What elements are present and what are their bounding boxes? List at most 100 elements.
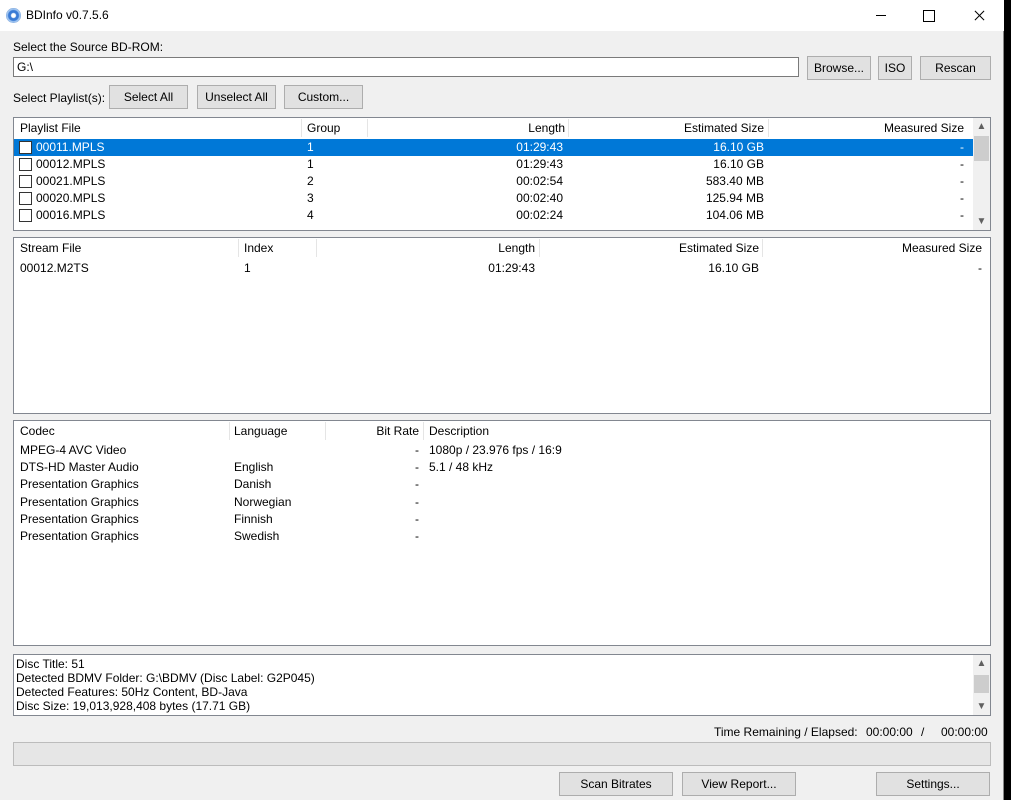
col-header-playlist-file[interactable]: Playlist File xyxy=(20,118,81,138)
col-header-measured-size[interactable]: Measured Size xyxy=(768,118,964,138)
playlist-file: 00012.MPLS xyxy=(36,157,106,171)
iso-button[interactable]: ISO xyxy=(878,56,912,80)
col-header-bit-rate[interactable]: Bit Rate xyxy=(325,421,419,441)
disc-info-line: Detected BDMV Folder: G:\BDMV (Disc Labe… xyxy=(16,671,315,685)
maximize-button[interactable] xyxy=(905,0,951,31)
playlist-estimated-size: 16.10 GB xyxy=(713,140,764,154)
source-path-input[interactable] xyxy=(13,57,799,77)
disc-info-scrollbar[interactable]: ▲ ▼ xyxy=(973,655,990,715)
scan-progress-bar xyxy=(13,742,991,766)
title-bar[interactable]: BDInfo v0.7.5.6 xyxy=(0,0,1004,31)
codec-row[interactable]: MPEG-4 AVC Video -1080p / 23.976 fps / 16… xyxy=(14,442,990,459)
col-header-stream-measured-size[interactable]: Measured Size xyxy=(762,238,982,258)
codec-row[interactable]: Presentation Graphics Norwegian - xyxy=(14,494,990,511)
custom-button[interactable]: Custom... xyxy=(284,85,363,109)
playlist-checkbox[interactable] xyxy=(19,158,32,171)
select-all-button[interactable]: Select All xyxy=(109,85,188,109)
playlist-row[interactable]: 00011.MPLS 1 01:29:43 16.10 GB - xyxy=(14,139,973,156)
codec-bit-rate: - xyxy=(415,477,419,492)
playlist-group: 1 xyxy=(307,140,314,154)
playlist-label: Select Playlist(s): xyxy=(13,91,106,105)
scroll-up-arrow-icon[interactable]: ▲ xyxy=(973,655,990,672)
playlist-row[interactable]: 00012.MPLS 1 01:29:43 16.10 GB - xyxy=(14,156,973,173)
col-header-stream-estimated-size[interactable]: Estimated Size xyxy=(539,238,759,258)
playlist-row[interactable]: 00020.MPLS 3 00:02:40 125.94 MB - xyxy=(14,190,973,207)
playlist-measured-size: - xyxy=(960,191,964,205)
col-header-codec[interactable]: Codec xyxy=(20,421,55,441)
playlist-scrollbar[interactable]: ▲ ▼ xyxy=(973,118,990,230)
playlist-checkbox[interactable] xyxy=(19,141,32,154)
codec-row[interactable]: Presentation Graphics Swedish - xyxy=(14,528,990,545)
playlist-estimated-size: 583.40 MB xyxy=(705,174,764,188)
unselect-all-button[interactable]: Unselect All xyxy=(197,85,276,109)
codec-bit-rate: - xyxy=(415,511,419,526)
codec-bit-rate: - xyxy=(415,460,419,475)
col-header-estimated-size[interactable]: Estimated Size xyxy=(568,118,764,138)
codec-name: MPEG-4 AVC Video xyxy=(20,443,127,457)
stream-row[interactable]: 00012.M2TS 1 01:29:43 16.10 GB - xyxy=(14,260,990,277)
codec-language: Norwegian xyxy=(234,494,292,509)
disc-info-line: Detected Features: 50Hz Content, BD-Java xyxy=(16,685,248,699)
playlist-checkbox[interactable] xyxy=(19,192,32,205)
scroll-down-arrow-icon[interactable]: ▼ xyxy=(973,213,990,230)
minimize-button[interactable] xyxy=(858,0,904,31)
playlist-row[interactable]: 00021.MPLS 2 00:02:54 583.40 MB - xyxy=(14,173,973,190)
view-report-button[interactable]: View Report... xyxy=(682,772,796,796)
playlist-length: 00:02:24 xyxy=(516,208,563,222)
col-header-stream-file[interactable]: Stream File xyxy=(20,238,81,258)
playlist-group: 1 xyxy=(307,157,314,171)
playlist-length: 01:29:43 xyxy=(516,140,563,154)
playlist-list[interactable]: Playlist File Group Length Estimated Siz… xyxy=(13,117,991,231)
bluray-disc-icon xyxy=(6,8,21,23)
playlist-file: 00011.MPLS xyxy=(36,140,105,154)
browse-button[interactable]: Browse... xyxy=(807,56,871,80)
scroll-up-arrow-icon[interactable]: ▲ xyxy=(973,118,990,135)
codec-row[interactable]: DTS-HD Master Audio English -5.1 / 48 kHz xyxy=(14,459,990,476)
settings-button[interactable]: Settings... xyxy=(876,772,990,796)
scroll-thumb[interactable] xyxy=(974,675,989,693)
disc-info-line: Disc Title: 51 xyxy=(16,657,85,671)
source-label: Select the Source BD-ROM: xyxy=(13,40,164,54)
stream-list[interactable]: Stream File Index Length Estimated Size … xyxy=(13,237,991,414)
codec-language: Danish xyxy=(234,477,272,492)
stream-measured-size: - xyxy=(978,261,982,275)
col-header-language[interactable]: Language xyxy=(234,421,287,441)
col-header-description[interactable]: Description xyxy=(429,421,489,441)
col-header-length[interactable]: Length xyxy=(367,118,565,138)
codec-list[interactable]: Codec Language Bit Rate Description MPEG… xyxy=(13,420,991,646)
codec-name: Presentation Graphics xyxy=(20,494,139,509)
codec-description: 1080p / 23.976 fps / 16:9 xyxy=(429,443,562,457)
playlist-length: 00:02:40 xyxy=(516,191,563,205)
playlist-checkbox[interactable] xyxy=(19,175,32,188)
codec-bit-rate: - xyxy=(415,494,419,509)
close-button[interactable] xyxy=(956,0,1002,31)
codec-name: DTS-HD Master Audio xyxy=(20,460,139,475)
time-remaining-value: 00:00:00 xyxy=(866,725,913,739)
col-header-index[interactable]: Index xyxy=(244,238,273,258)
disc-info-box[interactable]: Disc Title: 51 Detected BDMV Folder: G:\B… xyxy=(13,654,991,716)
playlist-estimated-size: 125.94 MB xyxy=(705,191,764,205)
window-title: BDInfo v0.7.5.6 xyxy=(26,8,109,22)
time-separator: / xyxy=(921,725,925,739)
background-desktop xyxy=(1005,0,1011,800)
codec-row[interactable]: Presentation Graphics Danish - xyxy=(14,476,990,493)
stream-index: 1 xyxy=(244,261,251,275)
time-elapsed-value: 00:00:00 xyxy=(941,725,988,739)
stream-length: 01:29:43 xyxy=(488,261,535,275)
playlist-file: 00020.MPLS xyxy=(36,191,106,205)
codec-language: Swedish xyxy=(234,529,280,543)
scroll-thumb[interactable] xyxy=(974,136,989,161)
codec-row[interactable]: Presentation Graphics Finnish - xyxy=(14,511,990,528)
playlist-row[interactable]: 00016.MPLS 4 00:02:24 104.06 MB - xyxy=(14,207,973,224)
playlist-measured-size: - xyxy=(960,208,964,222)
stream-estimated-size: 16.10 GB xyxy=(708,261,759,275)
playlist-group: 4 xyxy=(307,208,314,222)
scroll-down-arrow-icon[interactable]: ▼ xyxy=(973,698,990,715)
rescan-button[interactable]: Rescan xyxy=(920,56,991,80)
scan-bitrates-button[interactable]: Scan Bitrates xyxy=(559,772,673,796)
playlist-checkbox[interactable] xyxy=(19,209,32,222)
col-header-stream-length[interactable]: Length xyxy=(316,238,535,258)
codec-description: 5.1 / 48 kHz xyxy=(429,460,494,475)
col-header-group[interactable]: Group xyxy=(307,118,340,138)
time-remaining-label: Time Remaining / Elapsed: xyxy=(714,725,858,739)
